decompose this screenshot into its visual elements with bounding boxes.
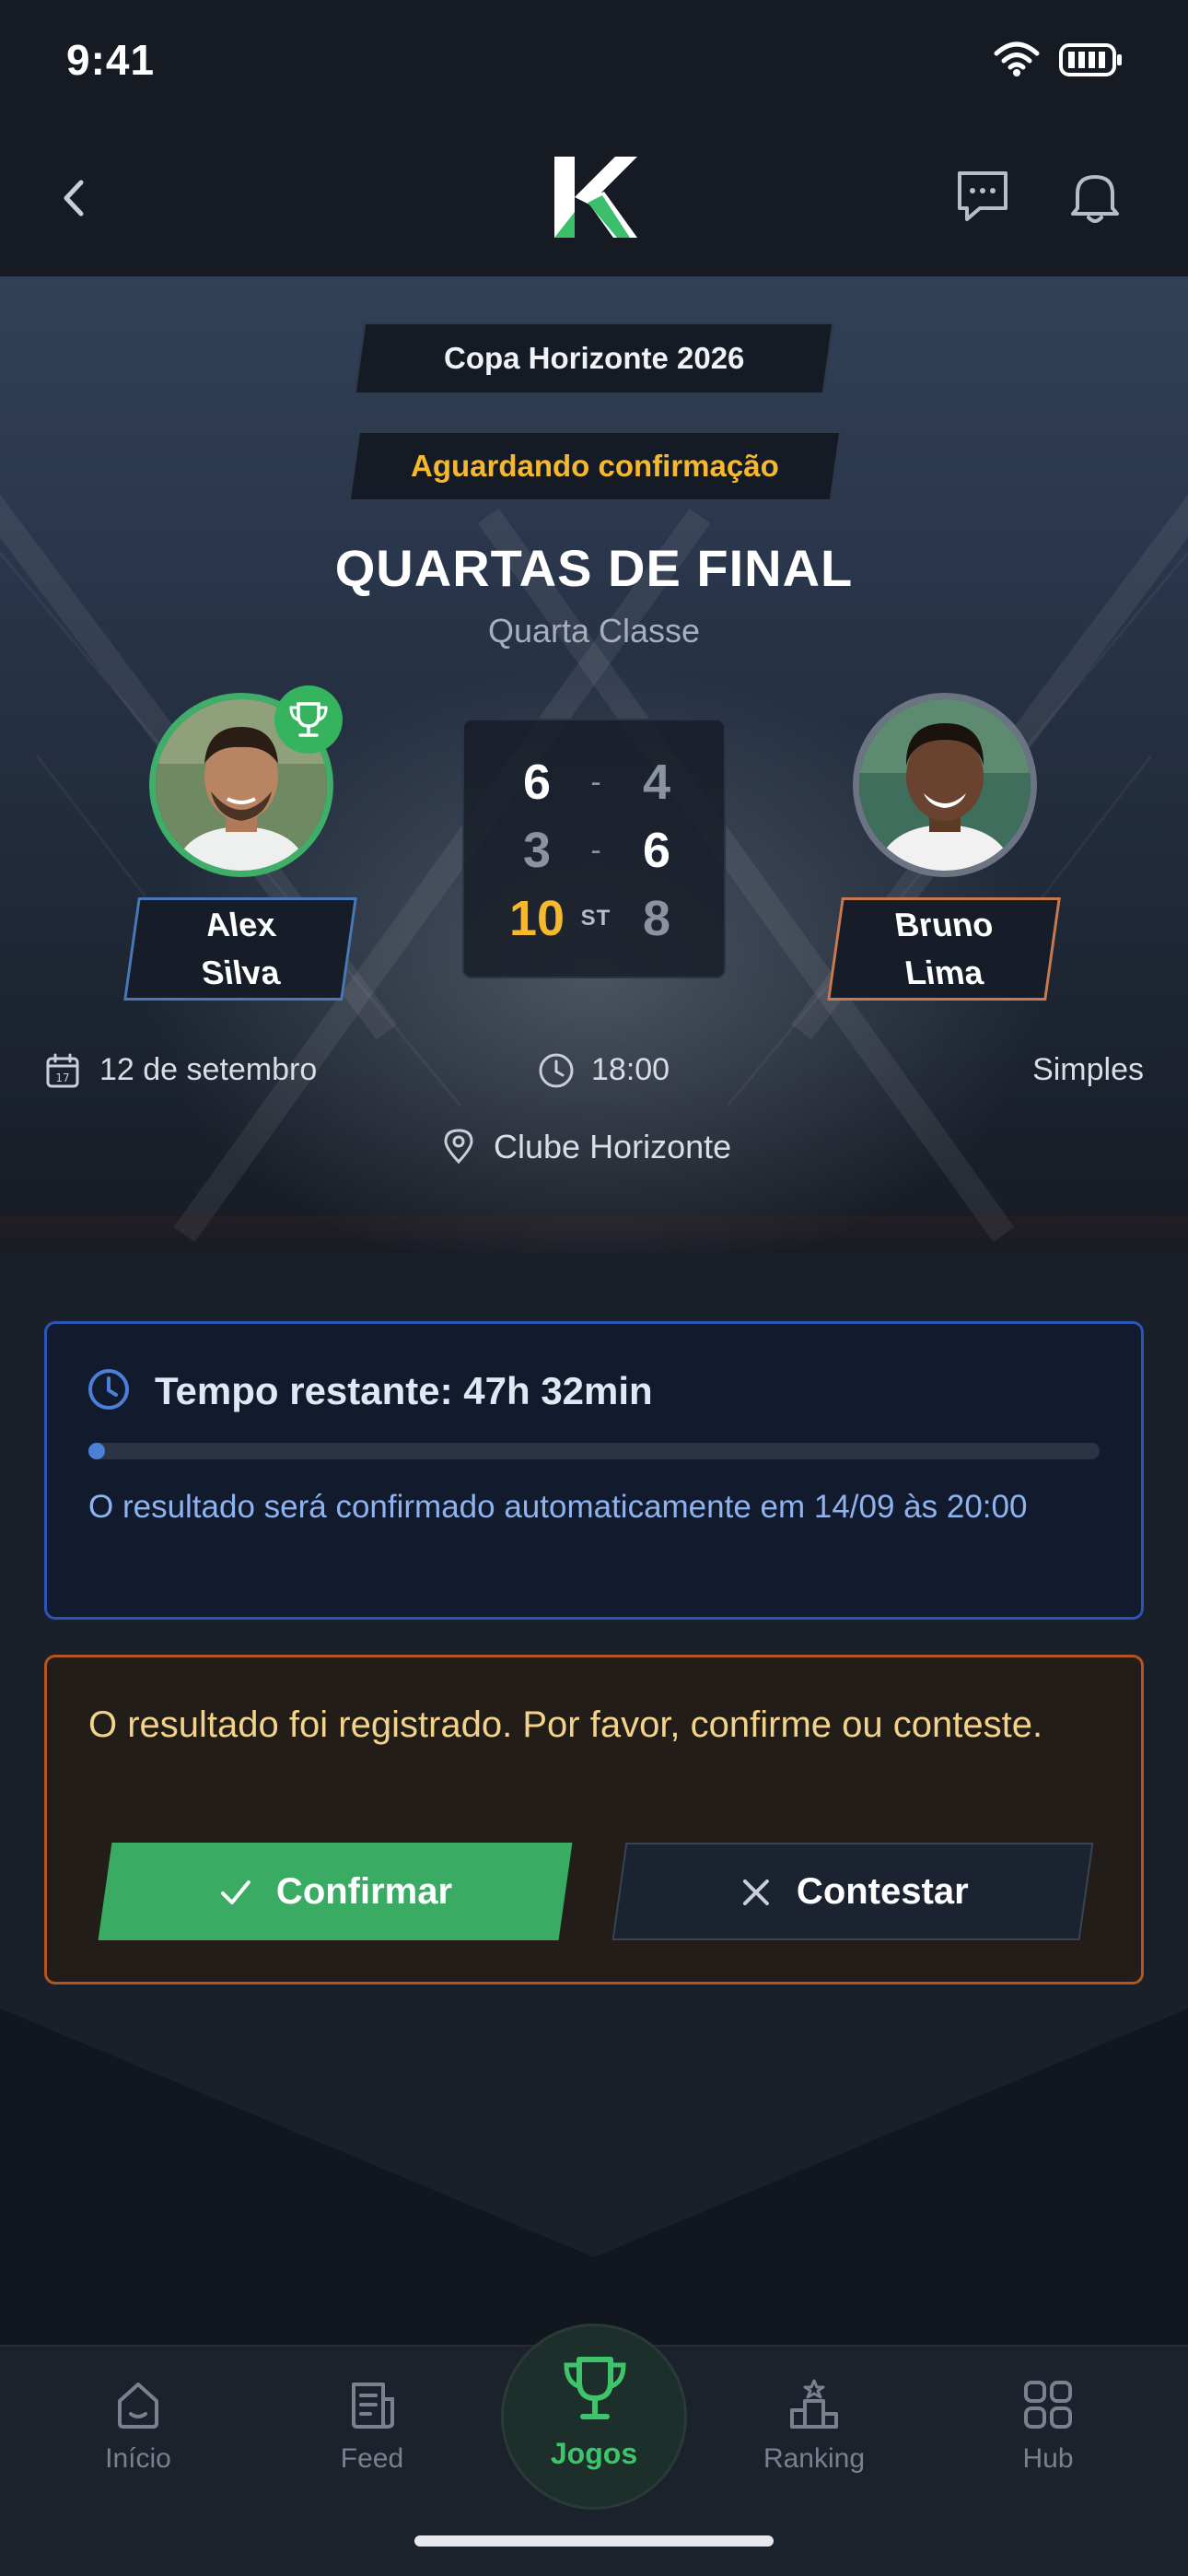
location-pin-icon (444, 1129, 473, 1165)
category-label: Quarta Classe (487, 612, 701, 650)
round-title: QUARTAS DE FINAL (334, 539, 854, 597)
chat-bubble-icon[interactable] (952, 166, 1013, 227)
svg-text:17: 17 (55, 1071, 69, 1084)
home-icon (118, 2383, 158, 2429)
scoreboard: 6 - 4 3 - 6 10 ST 8 (462, 719, 726, 978)
player-left-last: Silva (199, 954, 282, 991)
nav-item-inicio[interactable]: Início (46, 2377, 230, 2475)
podium-icon (790, 2379, 838, 2429)
nav-label-jogos: Jogos (550, 2437, 638, 2470)
avatar-player-right[interactable] (853, 693, 1037, 877)
player-right-last: Lima (903, 954, 985, 991)
set-row-2: 3 - 6 (464, 818, 728, 883)
set-3-score-right: 8 (642, 891, 671, 946)
timer-card (44, 1321, 1144, 1620)
match-date: 12 de setembro (99, 1052, 318, 1087)
nav-label-ranking: Ranking (763, 2443, 866, 2474)
grid-icon (1024, 2381, 1072, 2429)
match-status: Aguardando confirmação (411, 449, 779, 483)
home-indicator[interactable] (414, 2535, 774, 2547)
nav-item-hub[interactable]: Hub (956, 2377, 1140, 2475)
wifi-icon (994, 41, 1040, 76)
news-icon (352, 2383, 394, 2429)
hero-divider (0, 1216, 1188, 1253)
progress-track (88, 1443, 1100, 1459)
player-right-first: Bruno (892, 906, 996, 943)
progress-fill (88, 1443, 105, 1459)
confirm-button-label: Confirmar (276, 1870, 453, 1912)
set-1-score-left: 6 (522, 755, 552, 810)
clock-icon (88, 1369, 129, 1410)
winner-badge (274, 685, 343, 754)
contest-button[interactable]: Contestar (611, 1843, 1094, 1940)
time-remaining: Tempo restante: 47h 32min (155, 1369, 653, 1412)
status-time: 9:41 (66, 36, 156, 84)
auto-confirm-notice: O resultado será confirmado automaticame… (88, 1489, 1028, 1525)
checkmark-icon (221, 1879, 251, 1903)
player-left-name[interactable]: Alex Silva (123, 897, 357, 1001)
match-type: Simples (1032, 1052, 1144, 1087)
trophy-icon (289, 702, 328, 737)
status-badge: Aguardando confirmação (348, 431, 842, 501)
contest-button-label: Contestar (796, 1870, 969, 1912)
nav-label-hub: Hub (1022, 2443, 1074, 2474)
app-logo (554, 157, 637, 238)
nav-item-ranking[interactable]: Ranking (722, 2377, 906, 2475)
nav-label-feed: Feed (340, 2443, 404, 2474)
calendar-icon: 17 (46, 1053, 79, 1088)
nav-label-inicio: Início (105, 2443, 171, 2474)
battery-icon (1059, 43, 1122, 76)
back-button[interactable] (46, 166, 101, 230)
set-row-3: 10 ST 8 (464, 886, 728, 951)
set-2-score-left: 3 (522, 823, 552, 878)
tournament-tag: Copa Horizonte 2026 (354, 322, 834, 394)
set-3-score-left: 10 (508, 891, 565, 946)
match-location: Clube Horizonte (494, 1128, 732, 1165)
trophy-icon (564, 2357, 626, 2419)
set-2-separator: - (590, 833, 601, 868)
tournament-name: Copa Horizonte 2026 (443, 341, 745, 375)
set-1-score-right: 4 (642, 755, 671, 810)
super-tiebreak-label: ST (580, 906, 611, 931)
player-right-name[interactable]: Bruno Lima (827, 897, 1061, 1001)
clock-icon (539, 1053, 574, 1088)
nav-item-jogos[interactable]: Jogos (501, 2324, 687, 2510)
close-icon (742, 1879, 769, 1904)
confirmation-message: O resultado foi registrado. Por favor, c… (88, 1704, 1043, 1745)
set-2-score-right: 6 (642, 823, 671, 878)
nav-item-feed[interactable]: Feed (280, 2377, 464, 2475)
confirm-button[interactable]: Confirmar (98, 1843, 573, 1940)
bell-icon[interactable] (1066, 166, 1124, 227)
set-row-1: 6 - 4 (464, 750, 728, 814)
match-time: 18:00 (591, 1052, 670, 1087)
player-left-first: Alex (203, 906, 278, 943)
set-1-separator: - (590, 765, 601, 800)
player-photo (859, 699, 1031, 871)
